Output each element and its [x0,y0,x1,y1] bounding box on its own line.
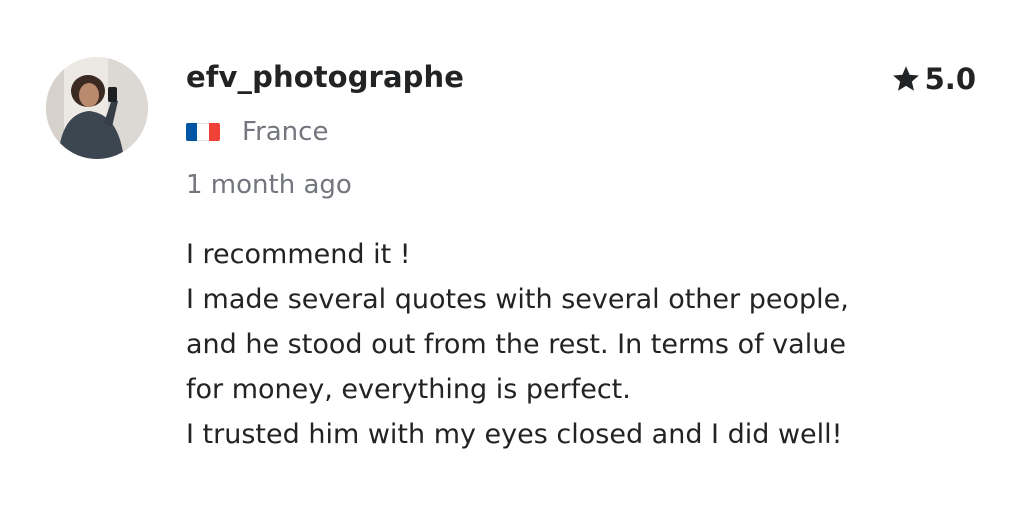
rating: 5.0 [891,62,976,96]
review-line: for money, everything is perfect. [186,374,631,405]
star-icon [892,66,919,91]
review-line: I made several quotes with several other… [186,284,849,315]
reviewer-username[interactable]: efv_photographe [186,60,464,94]
review-card: efv_photographe 5.0 France 1 month ago I… [0,0,1024,512]
flag-france-icon [186,123,220,141]
flag-stripe-red [208,123,220,141]
country-name: France [242,117,329,147]
avatar[interactable] [46,57,148,159]
flag-stripe-white [197,123,209,141]
rating-value: 5.0 [924,62,976,96]
review-line: I recommend it ! [186,239,411,270]
flag-stripe-blue [186,123,198,141]
review-line: I trusted him with my eyes closed and I … [186,419,843,450]
review-line: and he stood out from the rest. In terms… [186,329,846,360]
reviewer-country: France [186,117,328,147]
review-text: I recommend it ! I made several quotes w… [186,232,986,457]
review-timestamp: 1 month ago [186,170,352,200]
avatar-photo-icon [46,57,148,159]
